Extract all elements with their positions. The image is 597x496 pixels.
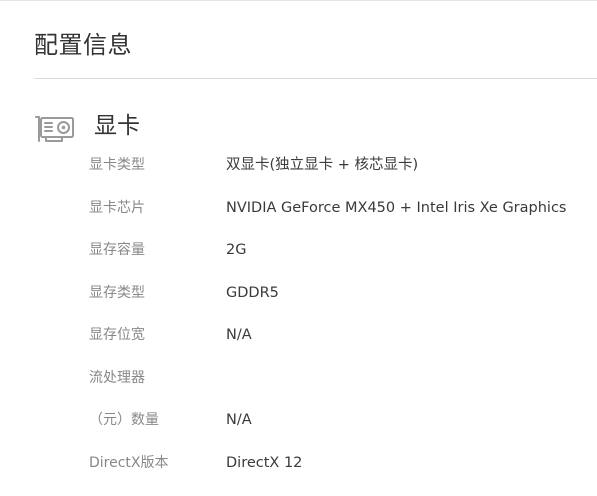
spec-row: 显卡芯片 NVIDIA GeForce MX450 + Intel Iris X…: [0, 187, 597, 230]
spec-row: 显存类型 GDDR5: [0, 272, 597, 315]
spec-label: DirectX版本: [89, 454, 169, 471]
spec-label: 显卡类型: [89, 157, 145, 173]
spec-row: DirectX版本 DirectX 12: [0, 442, 597, 485]
spec-label: 流处理器: [89, 369, 145, 386]
spec-row: 显存容量 2G: [0, 229, 597, 272]
top-border: [0, 0, 597, 1]
spec-label: 显卡芯片: [89, 199, 145, 216]
spec-list: 显卡类型 双显卡(独立显卡 + 核芯显卡) 显卡芯片 NVIDIA GeForc…: [0, 144, 597, 484]
spec-row: （元）数量 N/A: [0, 399, 597, 442]
spec-row: 显卡类型 双显卡(独立显卡 + 核芯显卡): [0, 144, 597, 187]
graphics-card-icon: [35, 113, 75, 145]
spec-value: 双显卡(独立显卡 + 核芯显卡): [226, 157, 419, 173]
spec-value: N/A: [226, 327, 252, 343]
spec-row: 显存位宽 N/A: [0, 314, 597, 357]
spec-value: 2G: [226, 242, 247, 258]
title-divider: [34, 78, 597, 79]
spec-value: GDDR5: [226, 284, 279, 301]
section-title: 显卡: [94, 113, 140, 139]
spec-row: 流处理器: [0, 357, 597, 400]
spec-label: 显存类型: [89, 284, 145, 301]
page-title: 配置信息: [34, 31, 132, 59]
spec-value: DirectX 12: [226, 454, 303, 471]
spec-value: NVIDIA GeForce MX450 + Intel Iris Xe Gra…: [226, 199, 567, 216]
spec-label: 显存位宽: [89, 327, 145, 343]
spec-value: N/A: [226, 412, 252, 428]
spec-label: （元）数量: [89, 412, 159, 428]
spec-label: 显存容量: [89, 242, 145, 258]
